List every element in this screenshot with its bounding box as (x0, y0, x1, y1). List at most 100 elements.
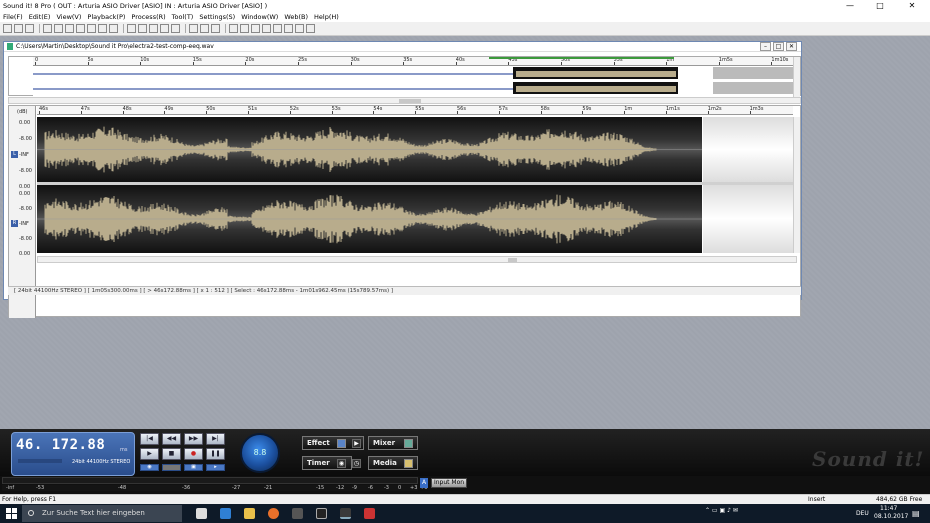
open-folder-icon[interactable] (14, 24, 23, 33)
menu-file[interactable]: File(F) (3, 13, 23, 21)
db-tick: -8.00 (19, 236, 32, 242)
mute-icon[interactable] (284, 24, 293, 33)
app-title: Sound it! 8 Pro ( OUT : Arturia ASIO Dri… (3, 2, 268, 10)
windows-start-icon[interactable] (6, 508, 17, 519)
channel-right-tag[interactable]: R (11, 220, 18, 227)
overview-hscroll[interactable] (8, 97, 801, 104)
paste-mix-icon[interactable] (76, 24, 85, 33)
menu-playback[interactable]: Playback(P) (87, 13, 125, 21)
minimize-button[interactable]: — (836, 0, 864, 12)
zoom-full-icon[interactable] (211, 24, 220, 33)
pause-button[interactable]: ❚❚ (206, 448, 225, 460)
waveform-vscroll[interactable] (793, 117, 800, 253)
pencil-icon[interactable] (251, 24, 260, 33)
overview-ruler[interactable]: 0 5s 10s 15s 20s 25s 30s 35s 40s 45s 50s 55s 1m 1m5s 1… (33, 57, 793, 66)
zoom-in-icon[interactable] (189, 24, 198, 33)
menu-help[interactable]: Help(H) (314, 13, 339, 21)
effect-play-icon[interactable]: ▶ (352, 439, 361, 448)
edge-browser-icon[interactable] (220, 508, 231, 519)
play-cursor-icon[interactable]: ▸ (206, 464, 225, 471)
loop-icon[interactable] (138, 24, 147, 33)
loop-mode-icon[interactable]: ◉ (140, 464, 159, 471)
media-label: Media (373, 459, 397, 467)
meter-scale-label: -9 (352, 485, 357, 491)
menu-web[interactable]: Web(B) (284, 13, 308, 21)
meter-channel-chip[interactable]: A (420, 478, 428, 488)
meter-scale-label: -36 (182, 485, 191, 491)
punch-mode-icon[interactable] (162, 464, 181, 471)
clock-icon[interactable]: ◷ (352, 459, 361, 468)
doc-minimize-button[interactable]: – (760, 42, 771, 51)
delete-icon[interactable] (87, 24, 96, 33)
track-left-channel[interactable] (37, 117, 702, 182)
record-arm-icon[interactable] (306, 24, 315, 33)
record-button[interactable]: ● (184, 448, 203, 460)
clock-time[interactable]: 11:47 (880, 505, 897, 512)
go-start-button[interactable]: |◀ (140, 433, 159, 445)
snap-icon[interactable] (171, 24, 180, 33)
clock-date[interactable]: 08.10.2017 (874, 513, 908, 520)
rewind-button[interactable]: ◀◀ (162, 433, 181, 445)
menu-window[interactable]: Window(W) (241, 13, 278, 21)
go-end-button[interactable]: ▶| (206, 433, 225, 445)
marker-icon[interactable] (127, 24, 136, 33)
overview-vscroll[interactable] (793, 57, 800, 97)
paste-icon[interactable] (65, 24, 74, 33)
input-language[interactable]: DEU (856, 510, 869, 517)
close-button[interactable]: ✕ (898, 0, 926, 12)
task-view-icon[interactable] (196, 508, 207, 519)
play-selection-icon[interactable]: ▣ (184, 464, 203, 471)
pointer-icon[interactable] (229, 24, 238, 33)
sound-it-taskbar-icon[interactable] (340, 508, 351, 519)
taskbar-search-input[interactable]: Zur Suche Text hier eingeben (22, 505, 182, 522)
db-tick: 0.00 (19, 251, 31, 257)
overview-track-right[interactable] (33, 82, 793, 96)
menu-settings[interactable]: Settings(S) (199, 13, 235, 21)
cd-icon[interactable] (149, 24, 158, 33)
notifications-icon[interactable]: ▤ (912, 509, 920, 518)
redo-icon[interactable] (109, 24, 118, 33)
app-icon-3[interactable] (364, 508, 375, 519)
scrub-icon[interactable] (273, 24, 282, 33)
overview-panel[interactable]: 0 5s 10s 15s 20s 25s 30s 35s 40s 45s 50s 55s 1m 1m5s 1… (8, 56, 801, 97)
master-knob[interactable]: 8.8 (240, 433, 280, 473)
copy-icon[interactable] (54, 24, 63, 33)
menu-edit[interactable]: Edit(E) (29, 13, 51, 21)
zoom-tool-icon[interactable] (262, 24, 271, 33)
app-icon-2[interactable] (316, 508, 327, 519)
track-right-channel[interactable] (37, 185, 702, 253)
new-file-icon[interactable] (3, 24, 12, 33)
grid-icon[interactable] (160, 24, 169, 33)
menu-process[interactable]: Process(R) (131, 13, 165, 21)
input-monitor-button[interactable]: Input Mon (431, 478, 467, 488)
doc-close-button[interactable]: ✕ (786, 42, 797, 51)
cut-icon[interactable] (43, 24, 52, 33)
app-icon-1[interactable] (292, 508, 303, 519)
tray-icons[interactable]: ⌃ ▭ ▣ ♪ ✉ (705, 507, 738, 514)
waveform-hscroll-thumb[interactable] (508, 258, 517, 262)
stop-button[interactable]: ■ (162, 448, 181, 460)
play-button[interactable]: ▶ (140, 448, 159, 460)
file-explorer-icon[interactable] (244, 508, 255, 519)
waveform-hscroll[interactable] (37, 256, 797, 263)
doc-maximize-button[interactable]: □ (773, 42, 784, 51)
hand-icon[interactable] (240, 24, 249, 33)
overview-track-left[interactable] (33, 67, 793, 81)
maximize-button[interactable]: □ (866, 0, 894, 12)
document-window: C:\Users\Martin\Desktop\Sound it Pro\ele… (3, 41, 802, 318)
menu-tool[interactable]: Tool(T) (172, 13, 194, 21)
ruler-tick: 48s (122, 106, 132, 114)
ruler-tick: 30s (350, 57, 360, 65)
firefox-icon[interactable] (268, 508, 279, 519)
metronome-icon[interactable] (295, 24, 304, 33)
menu-view[interactable]: View(V) (56, 13, 81, 21)
timeline-ruler[interactable]: 46s 47s 48s 49s 50s 51s 52s 53s 54s 55s 56s 57s 58s 5… (37, 106, 793, 115)
channel-left-tag[interactable]: L (11, 151, 18, 158)
document-status-line: [ 24bit 44100Hz STEREO ] [ 1m05s300.00ms… (8, 286, 801, 295)
undo-icon[interactable] (98, 24, 107, 33)
save-icon[interactable] (25, 24, 34, 33)
overview-hscroll-thumb[interactable] (399, 99, 421, 103)
zoom-out-icon[interactable] (200, 24, 209, 33)
timer-record-icon[interactable]: ◉ (337, 459, 346, 468)
fast-forward-button[interactable]: ▶▶ (184, 433, 203, 445)
